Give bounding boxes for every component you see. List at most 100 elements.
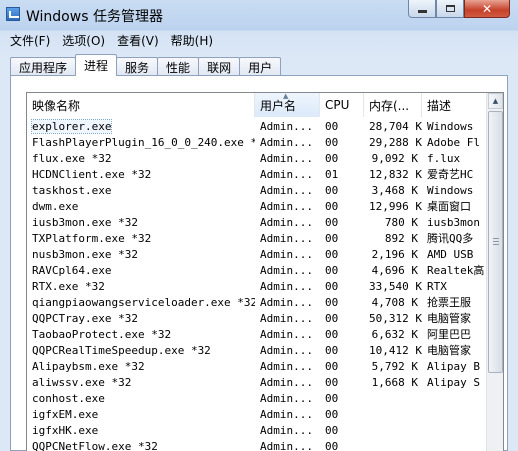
minimize-button[interactable] [408, 0, 436, 18]
table-row[interactable]: conhost.exe Admin... 00 [27, 391, 487, 407]
table-row[interactable]: HCDNClient.exe *32 Admin... 01 12,832 K 爱奇艺H… [27, 167, 487, 183]
cell-image-name-text: HCDNClient.exe *32 [32, 168, 152, 181]
sort-arrow-icon: ▲ [283, 93, 289, 100]
cell-image-name: QQPCRealTimeSpeedup.exe *32 [27, 343, 255, 359]
cell-image-name-text: dwm.exe [32, 200, 79, 213]
vertical-scrollbar[interactable]: ▲ [486, 93, 503, 451]
menu-file[interactable]: 文件(F) [4, 32, 56, 49]
cell-image-name: Alipaybsm.exe *32 [27, 359, 255, 375]
menu-help[interactable]: 帮助(H) [165, 32, 219, 49]
cell-memory-text: 12,996 K [369, 200, 422, 213]
table-row[interactable]: TXPlatform.exe *32 Admin... 00 892 K 腾讯QQ多 [27, 231, 487, 247]
cell-description [422, 407, 487, 423]
column-header-user-name[interactable]: ▲ 用户名 [255, 93, 320, 117]
processes-panel: 映像名称 ▲ 用户名 CPU 内存(... 描述 explorer.exe Adm… [10, 75, 508, 451]
cell-image-name: RTX.exe *32 [27, 279, 255, 295]
tab-processes[interactable]: 进程 [75, 54, 118, 76]
scroll-up-button[interactable]: ▲ [488, 93, 503, 109]
tab-users[interactable]: 用户 [239, 57, 282, 76]
close-button[interactable]: ✕ [464, 0, 510, 18]
cell-cpu-text: 00 [325, 264, 339, 277]
cell-image-name: aliwssv.exe *32 [27, 375, 255, 391]
menu-options[interactable]: 选项(O) [56, 32, 111, 49]
cell-memory: 12,832 K [364, 167, 422, 183]
table-row[interactable]: Alipaybsm.exe *32 Admin... 00 5,792 K Alipay… [27, 359, 487, 375]
menu-view[interactable]: 查看(V) [111, 32, 165, 49]
cell-memory-text: 780 K [384, 216, 418, 229]
table-row[interactable]: QQPCRealTimeSpeedup.exe *32 Admin... 00 10,… [27, 343, 487, 359]
table-row[interactable]: TaobaoProtect.exe *32 Admin... 00 6,632 K 阿里… [27, 327, 487, 343]
cell-image-name-text: igfxEM.exe [32, 408, 99, 421]
table-row[interactable]: RAVCpl64.exe Admin... 00 4,696 K Realtek高 [27, 263, 487, 279]
cell-user-name-text: Admin... [260, 328, 313, 341]
column-header-description[interactable]: 描述 [422, 93, 487, 117]
cell-image-name-text: igfxHK.exe [32, 424, 99, 437]
process-rows: explorer.exe Admin... 00 28,704 K Windows Fla… [27, 119, 487, 451]
table-row[interactable]: dwm.exe Admin... 00 12,996 K 桌面窗口 [27, 199, 487, 215]
cell-user-name-text: Admin... [260, 264, 313, 277]
cell-user-name: Admin... [255, 231, 320, 247]
cell-description: Adobe Fl [422, 135, 487, 151]
table-row[interactable]: explorer.exe Admin... 00 28,704 K Windows [27, 119, 487, 135]
table-row[interactable]: QQPCTray.exe *32 Admin... 00 50,312 K 电脑管家 [27, 311, 487, 327]
maximize-button[interactable] [436, 0, 464, 18]
cell-description-text: 阿里巴巴 [427, 328, 471, 341]
cell-description-text: Alipay S [427, 376, 480, 389]
tab-services[interactable]: 服务 [116, 57, 159, 76]
cell-user-name: Admin... [255, 135, 320, 151]
close-icon: ✕ [481, 1, 493, 16]
column-header-user-name-label: 用户名 [260, 98, 297, 113]
cell-image-name-text: QQPCRealTimeSpeedup.exe *32 [32, 344, 211, 357]
column-header-cpu[interactable]: CPU [320, 93, 364, 117]
cell-description-text: Windows [427, 184, 474, 197]
cell-description: Alipay S [422, 375, 487, 391]
cell-user-name-text: Admin... [260, 216, 313, 229]
column-header-memory[interactable]: 内存(... [364, 93, 422, 117]
table-row[interactable]: igfxEM.exe Admin... 00 [27, 407, 487, 423]
arrow-up-icon: ▲ [492, 97, 499, 105]
table-row[interactable]: FlashPlayerPlugin_16_0_0_240.exe *32 Admi… [27, 135, 487, 151]
cell-user-name: Admin... [255, 215, 320, 231]
table-row[interactable]: flux.exe *32 Admin... 00 9,092 K f.lux [27, 151, 487, 167]
menu-bar: 文件(F) 选项(O) 查看(V) 帮助(H) [0, 30, 518, 50]
cell-user-name-text: Admin... [260, 440, 313, 451]
cell-user-name-text: Admin... [260, 408, 313, 421]
cell-image-name: QQPCTray.exe *32 [27, 311, 255, 327]
table-row[interactable]: QQPCNetFlow.exe *32 Admin... 00 [27, 439, 487, 451]
table-row[interactable]: igfxHK.exe Admin... 00 [27, 423, 487, 439]
cell-cpu: 00 [320, 199, 364, 215]
column-header-image-name[interactable]: 映像名称 [27, 93, 255, 117]
cell-cpu: 00 [320, 295, 364, 311]
grip-line [493, 244, 499, 245]
cell-image-name: taskhost.exe [27, 183, 255, 199]
table-row[interactable]: iusb3mon.exe *32 Admin... 00 780 K iusb3mon [27, 215, 487, 231]
table-row[interactable]: qiangpiaowangserviceloader.exe *32 Admin.… [27, 295, 487, 311]
process-list: 映像名称 ▲ 用户名 CPU 内存(... 描述 explorer.exe Adm… [26, 92, 504, 451]
cell-cpu: 00 [320, 151, 364, 167]
cell-image-name-text: qiangpiaowangserviceloader.exe *32 [32, 296, 255, 309]
title-bar[interactable]: Windows 任务管理器 ✕ [0, 0, 518, 30]
cell-cpu-text: 01 [325, 168, 339, 181]
cell-memory: 28,704 K [364, 119, 422, 135]
tab-networking[interactable]: 联网 [198, 57, 241, 76]
tab-applications[interactable]: 应用程序 [10, 57, 77, 76]
cell-memory [364, 391, 422, 407]
cell-cpu: 00 [320, 119, 364, 135]
table-row[interactable]: RTX.exe *32 Admin... 00 33,540 K RTX [27, 279, 487, 295]
cell-description-text: Windows [427, 120, 474, 133]
cell-description-text: 腾讯QQ多 [427, 232, 474, 245]
cell-image-name: nusb3mon.exe *32 [27, 247, 255, 263]
tab-performance[interactable]: 性能 [157, 57, 200, 76]
cell-user-name: Admin... [255, 247, 320, 263]
table-row[interactable]: taskhost.exe Admin... 00 3,468 K Windows [27, 183, 487, 199]
table-row[interactable]: aliwssv.exe *32 Admin... 00 1,668 K Alipay S [27, 375, 487, 391]
cell-cpu: 00 [320, 135, 364, 151]
cell-user-name-text: Admin... [260, 376, 313, 389]
cell-description [422, 439, 487, 451]
table-row[interactable]: nusb3mon.exe *32 Admin... 00 2,196 K AMD USB [27, 247, 487, 263]
task-manager-window: Windows 任务管理器 ✕ 文件(F) 选项(O) 查看(V) 帮助(H) … [0, 0, 518, 451]
cell-memory: 29,288 K [364, 135, 422, 151]
scroll-thumb[interactable] [488, 111, 503, 373]
cell-cpu: 00 [320, 247, 364, 263]
cell-image-name: TaobaoProtect.exe *32 [27, 327, 255, 343]
